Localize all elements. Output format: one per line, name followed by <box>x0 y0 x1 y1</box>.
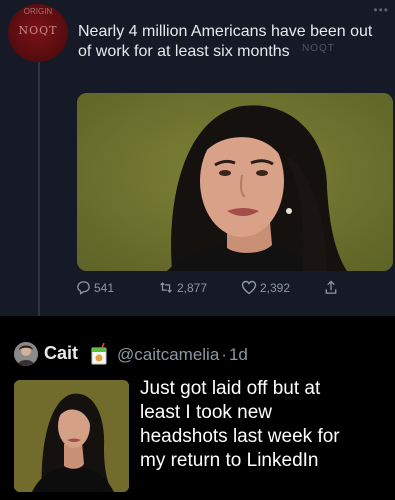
retweet-icon <box>160 282 172 293</box>
tweet-text-line: headshots last week for <box>140 426 340 447</box>
author-avatar[interactable] <box>14 342 38 366</box>
badge-top-text: ORIGIN <box>23 7 53 16</box>
author-handle[interactable]: @caitcamelia <box>117 345 219 364</box>
juice-box-icon <box>89 342 109 370</box>
share-icon <box>325 280 337 294</box>
reply-count: 541 <box>94 280 115 295</box>
panel-divider <box>0 316 395 326</box>
headline-watermark: NOQT <box>302 43 335 54</box>
tweet-actions: 541 2,877 2,392 <box>76 280 366 300</box>
tweet-text-line: least I took new <box>140 402 273 423</box>
headshot-thumbnail[interactable] <box>14 380 129 492</box>
retweet-count: 2,877 <box>177 280 208 295</box>
headline-line-1: Nearly 4 million Americans have been out <box>78 23 373 40</box>
like-count: 2,392 <box>260 280 291 295</box>
reply-action[interactable]: 541 <box>76 280 114 295</box>
quoted-tweet-panel: ••• ORIGIN NOQT Nearly 4 million America… <box>0 0 395 316</box>
tweet-text-line: Just got laid off but at <box>140 378 321 399</box>
tweet-time[interactable]: 1d <box>229 345 248 364</box>
headshot-photo[interactable] <box>77 93 393 271</box>
separator-dot: · <box>221 345 227 364</box>
share-action[interactable] <box>324 280 338 295</box>
tweet-panel: Cait @caitcamelia · 1d Just got laid off b… <box>0 326 395 500</box>
retweet-action[interactable]: 2,877 <box>158 280 207 295</box>
reply-icon <box>77 281 90 295</box>
thread-line <box>38 62 40 316</box>
more-horizontal-icon[interactable]: ••• <box>373 3 389 17</box>
headline-text: Nearly 4 million Americans have been out… <box>78 22 390 62</box>
author-name[interactable]: Cait <box>44 343 78 364</box>
heart-icon <box>241 280 257 295</box>
tweet-text: Just got laid off but at least I took ne… <box>140 377 390 473</box>
like-action[interactable]: 2,392 <box>241 280 290 295</box>
author-handle-line: @caitcamelia · 1d <box>117 345 248 365</box>
badge-text: NOQT <box>18 24 58 37</box>
news-badge-avatar[interactable]: ORIGIN NOQT <box>8 4 68 62</box>
faded-header-text <box>70 2 320 16</box>
tweet-text-line: my return to LinkedIn <box>140 450 319 471</box>
headline-line-2: of work for at least six months <box>78 43 290 60</box>
